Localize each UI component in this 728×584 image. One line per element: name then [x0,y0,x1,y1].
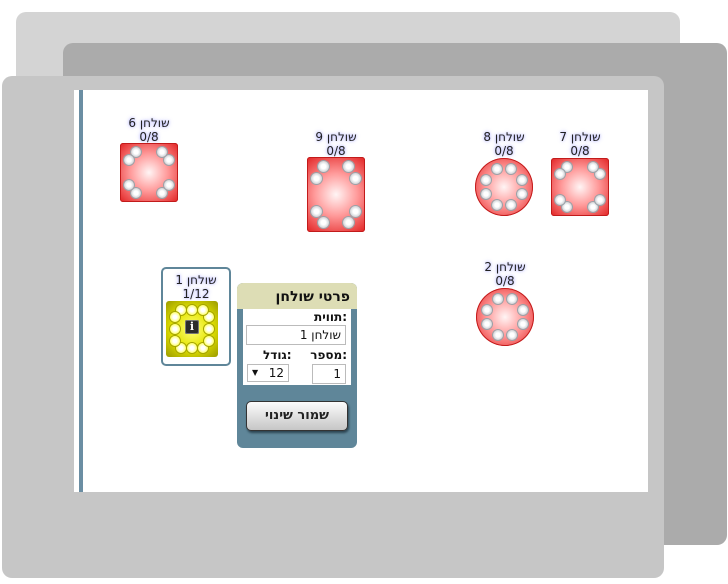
seat-icon [555,194,565,205]
size-select[interactable]: ▼ 12 [247,364,289,382]
table-details-panel: פרטי שולחן תווית: שולחן 1 מספר: גודל: 1 … [237,283,357,448]
table-1-count: 1/12 [182,287,210,301]
size-value: 12 [268,366,284,380]
seat-icon [562,202,573,212]
table-8-name: שולחן 8 [483,130,525,144]
table-7-label: שולחן 7 0/8 [540,130,620,158]
table-2-name: שולחן 2 [484,260,526,274]
panel-title: פרטי שולחן [237,283,357,309]
selected-table-frame[interactable]: שולחן 1 1/12 i [161,267,231,366]
number-caption: מספר: [310,348,347,362]
table-6-label: שולחן 6 0/8 [109,116,189,144]
table-2[interactable] [476,288,534,346]
seat-icon [507,294,518,305]
number-input[interactable]: 1 [312,364,346,384]
table-6[interactable] [120,143,178,202]
seat-icon [506,199,517,210]
seat-icon [164,154,174,165]
table-2-count: 0/8 [495,274,515,288]
seat-icon [164,180,174,191]
seat-icon [311,205,322,217]
chevron-down-icon: ▼ [252,368,259,377]
table-8[interactable] [475,158,533,216]
seat-icon [317,217,329,228]
table-6-name: שולחן 6 [128,116,170,130]
table-2-label: שולחן 2 0/8 [465,260,545,288]
seat-icon [350,172,361,184]
seat-icon [516,189,527,200]
seat-icon [482,304,493,315]
seat-icon [156,147,167,157]
seat-icon [156,188,167,198]
seat-icon [311,172,322,184]
seat-icon [131,147,142,157]
label-input[interactable]: שולחן 1 [246,325,346,345]
seat-icon [595,194,605,205]
seat-icon [204,324,214,334]
canvas-left-border [79,90,83,492]
table-6-count: 0/8 [139,130,159,144]
table-8-label: שולחן 8 0/8 [464,130,544,158]
label-caption: תווית: [314,310,347,324]
seat-icon [131,188,142,198]
seat-icon [317,161,329,172]
seat-icon [343,161,355,172]
seat-icon [481,189,492,200]
table-8-count: 0/8 [494,144,514,158]
table-1[interactable]: i [166,301,218,357]
seat-icon [492,294,503,305]
seat-icon [187,343,197,353]
size-caption: גודל: [263,348,292,362]
seat-icon [507,329,518,340]
seat-icon [170,311,180,322]
panel-form: תווית: שולחן 1 מספר: גודל: 1 ▼ 12 [243,309,351,385]
seat-icon [170,324,180,334]
seat-icon [595,169,605,180]
table-1-label: שולחן 1 1/12 [156,273,236,301]
seat-icon [482,319,493,330]
seat-icon [516,174,527,185]
seat-icon [491,199,502,210]
seat-icon [517,304,528,315]
seat-icon [343,217,355,228]
table-7[interactable] [551,158,609,216]
table-9-label: שולחן 9 0/8 [296,130,376,158]
seat-icon [124,154,134,165]
seat-icon [481,174,492,185]
table-7-count: 0/8 [570,144,590,158]
save-button[interactable]: שמור שינוי [246,401,348,431]
table-9-count: 0/8 [326,144,346,158]
seat-icon [350,205,361,217]
seat-icon [187,305,197,315]
seat-icon [506,164,517,175]
seat-icon [204,336,214,347]
seat-icon [587,162,598,172]
seat-icon [492,329,503,340]
seat-icon [555,169,565,180]
table-7-name: שולחן 7 [559,130,601,144]
seat-icon [517,319,528,330]
seat-icon [491,164,502,175]
table-1-name: שולחן 1 [175,273,217,287]
info-icon[interactable]: i [185,320,199,334]
table-9[interactable] [307,157,365,232]
table-9-name: שולחן 9 [315,130,357,144]
